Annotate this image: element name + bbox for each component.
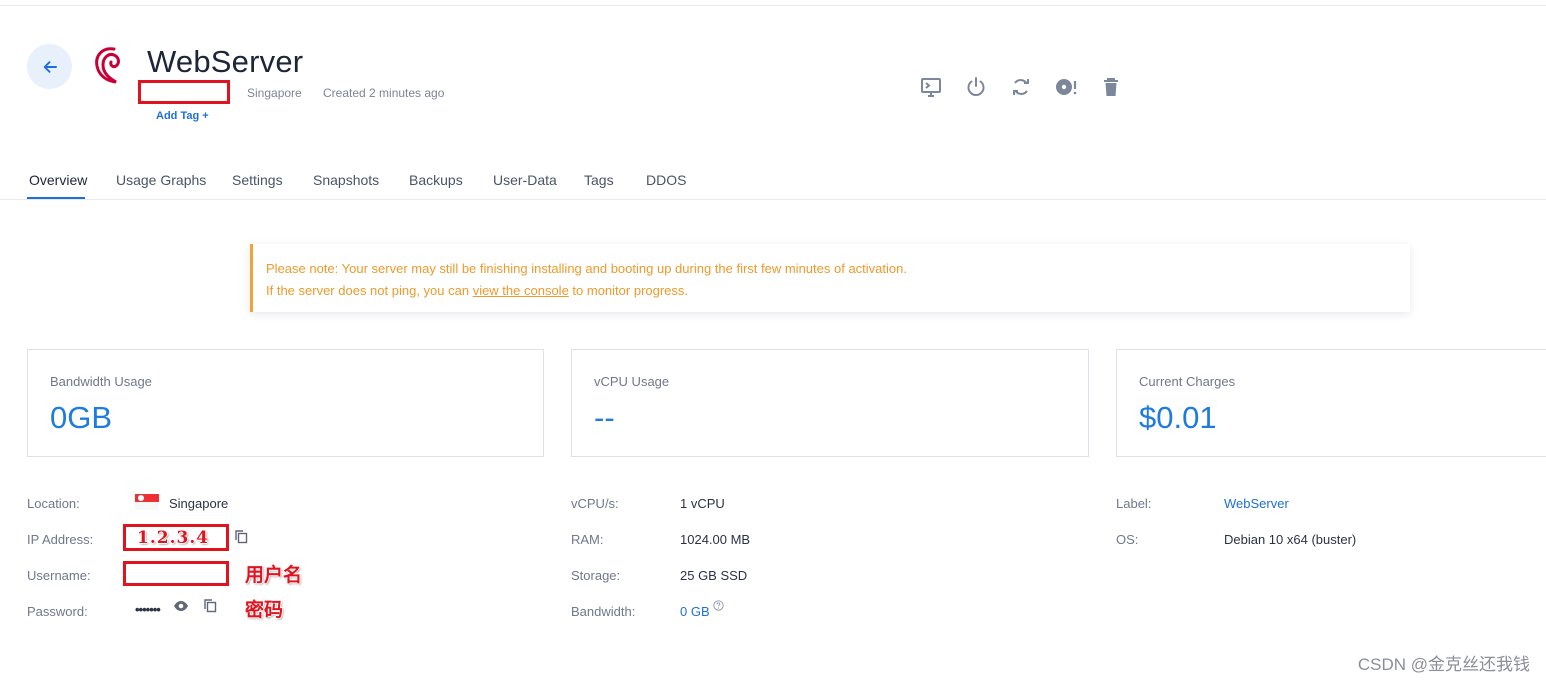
vcpu-usage-card: vCPU Usage -- xyxy=(571,349,1089,457)
current-charges-card: Current Charges $0.01 xyxy=(1116,349,1546,457)
vcpu-label: vCPU/s: xyxy=(571,496,619,511)
copy-icon[interactable] xyxy=(203,598,218,613)
card-label: Bandwidth Usage xyxy=(50,374,152,389)
redacted-ip-box xyxy=(138,80,230,104)
notice-line-2: If the server does not ping, you can vie… xyxy=(266,280,1397,302)
card-label: vCPU Usage xyxy=(594,374,670,389)
tab-overview[interactable]: Overview xyxy=(29,172,87,188)
ram-value: 1024.00 MB xyxy=(680,532,751,547)
location-value: Singapore xyxy=(169,496,229,511)
tab-tags[interactable]: Tags xyxy=(584,172,614,188)
ip-address-label: IP Address: xyxy=(27,532,94,547)
csdn-watermark: CSDN @金克丝还我钱 xyxy=(1357,655,1530,674)
bandwidth-usage-card: Bandwidth Usage 0GB xyxy=(27,349,544,457)
active-tab-indicator xyxy=(27,197,85,199)
restart-button[interactable] xyxy=(1008,74,1034,100)
top-divider xyxy=(0,5,1546,6)
card-value: -- xyxy=(594,400,615,435)
server-region: Singapore xyxy=(247,86,302,100)
tab-snapshots[interactable]: Snapshots xyxy=(313,172,379,188)
tab-user-data[interactable]: User-Data xyxy=(493,172,557,188)
vcpu-value: 1 vCPU xyxy=(680,496,725,511)
reinstall-button[interactable] xyxy=(1053,74,1079,100)
trash-icon xyxy=(1104,78,1118,96)
os-label: OS: xyxy=(1116,532,1139,547)
tab-bar: Overview Usage Graphs Settings Snapshots… xyxy=(0,160,1546,200)
notice-line-2-after: to monitor progress. xyxy=(568,283,689,298)
view-console-link[interactable]: view the console xyxy=(473,283,569,298)
restart-icon xyxy=(1013,79,1029,95)
tab-settings[interactable]: Settings xyxy=(232,172,283,188)
bandwidth-label: Bandwidth: xyxy=(571,604,636,619)
ip-address-value: 1.2.3.4 xyxy=(137,528,210,548)
tab-ddos[interactable]: DDOS xyxy=(646,172,686,188)
console-icon xyxy=(921,78,941,97)
power-icon xyxy=(967,77,985,96)
tab-backups[interactable]: Backups xyxy=(409,172,463,188)
storage-label: Storage: xyxy=(571,568,621,583)
tab-usage-graphs[interactable]: Usage Graphs xyxy=(116,172,206,188)
os-value: Debian 10 x64 (buster) xyxy=(1224,532,1357,547)
storage-value: 25 GB SSD xyxy=(680,568,748,583)
debian-logo-icon xyxy=(95,47,120,84)
power-button[interactable] xyxy=(963,74,989,100)
notice-line-1: Please note: Your server may still be fi… xyxy=(266,261,907,276)
username-annotation: 用户名 xyxy=(245,564,303,586)
card-value: 0GB xyxy=(50,400,113,435)
reinstall-disc-icon xyxy=(1056,79,1077,95)
activation-notice: Please note: Your server may still be fi… xyxy=(250,244,1410,312)
card-label: Current Charges xyxy=(1139,374,1236,389)
delete-button[interactable] xyxy=(1098,74,1124,100)
back-button[interactable] xyxy=(27,44,72,89)
singapore-flag-icon xyxy=(135,494,159,510)
password-value: ••••••• xyxy=(135,602,161,617)
bandwidth-value-link[interactable]: 0 GB xyxy=(680,604,710,619)
server-title: WebServer xyxy=(147,44,304,79)
server-label-label: Label: xyxy=(1116,496,1152,511)
card-value: $0.01 xyxy=(1139,400,1217,435)
ram-label: RAM: xyxy=(571,532,604,547)
copy-icon[interactable] xyxy=(234,529,249,544)
password-label: Password: xyxy=(27,604,88,619)
add-tag-link[interactable]: Add Tag + xyxy=(156,110,209,122)
server-label-link[interactable]: WebServer xyxy=(1224,496,1289,511)
username-label: Username: xyxy=(27,568,91,583)
location-label: Location: xyxy=(27,496,80,511)
question-icon[interactable] xyxy=(713,600,724,611)
eye-icon[interactable] xyxy=(173,599,189,613)
arrow-left-icon xyxy=(43,60,57,73)
server-created: Created 2 minutes ago xyxy=(323,86,445,100)
notice-line-2-before: If the server does not ping, you can xyxy=(266,283,473,298)
view-console-button[interactable] xyxy=(918,74,944,100)
username-redacted-box xyxy=(123,561,229,586)
password-annotation: 密码 xyxy=(245,599,284,621)
